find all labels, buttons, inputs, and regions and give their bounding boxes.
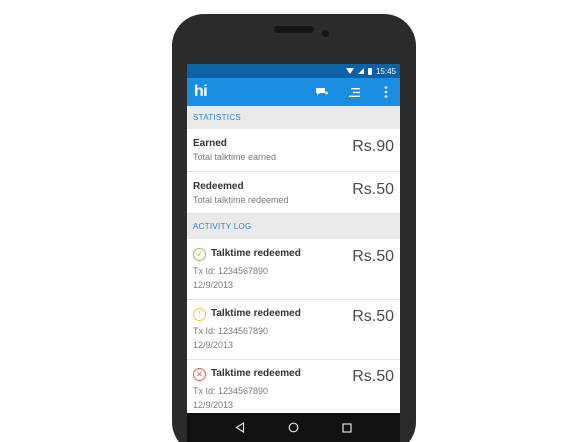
list-menu-icon[interactable] [346, 84, 362, 100]
stat-subtitle: Total talktime earned [193, 152, 277, 162]
recents-icon[interactable] [339, 420, 355, 436]
battery-icon [367, 67, 372, 75]
app-bar: hi [187, 78, 400, 106]
stat-title: Redeemed [193, 181, 244, 192]
new-message-icon[interactable] [314, 84, 330, 100]
statistics-header: STATISTICS [187, 106, 400, 129]
activity-amount: Rs.50 [352, 308, 394, 325]
stat-row-earned[interactable]: Earned Total talktime earned Rs.90 [187, 129, 400, 172]
phone-screen: 15:45 hi STATISTICS Earned Total talktim… [187, 64, 400, 414]
stat-amount: Rs.50 [352, 181, 394, 198]
app-logo: hi [194, 83, 208, 100]
activity-tx-id: Tx Id: 1234567890 [193, 266, 269, 276]
error-circle-icon: ✕ [193, 368, 206, 381]
activity-date: 12/9/2013 [193, 280, 234, 290]
activity-title: Talktime redeemed [211, 368, 301, 379]
activity-date: 12/9/2013 [193, 340, 234, 350]
stat-subtitle: Total talktime redeemed [193, 195, 289, 205]
stat-amount: Rs.90 [352, 138, 394, 155]
activity-item[interactable]: ✓ Talktime redeemed Tx Id: 1234567890 12… [187, 239, 400, 300]
signal-icon [357, 68, 364, 74]
status-time: 15:45 [375, 66, 396, 76]
check-circle-icon: ✓ [193, 248, 206, 261]
activity-title: Talktime redeemed [211, 308, 301, 319]
activity-title: Talktime redeemed [211, 248, 301, 259]
activity-item[interactable]: ✕ Talktime redeemed Tx Id: 1234567890 12… [187, 360, 400, 414]
activity-item[interactable]: ! Talktime redeemed Tx Id: 1234567890 12… [187, 300, 400, 360]
activity-log-header: ACTIVITY LOG [187, 214, 400, 239]
activity-amount: Rs.50 [352, 368, 394, 385]
stat-title: Earned [193, 138, 227, 149]
earpiece-speaker [274, 26, 314, 33]
activity-tx-id: Tx Id: 1234567890 [193, 386, 269, 396]
back-icon[interactable] [232, 420, 248, 436]
stat-row-redeemed[interactable]: Redeemed Total talktime redeemed Rs.50 [187, 172, 400, 214]
overflow-menu-icon[interactable] [378, 84, 394, 100]
wifi-icon [345, 68, 354, 74]
home-icon[interactable] [285, 420, 301, 436]
activity-date: 12/9/2013 [193, 400, 234, 410]
status-bar: 15:45 [187, 64, 400, 78]
activity-amount: Rs.50 [352, 248, 394, 265]
navigation-bar [187, 413, 400, 442]
warning-circle-icon: ! [193, 308, 206, 321]
activity-tx-id: Tx Id: 1234567890 [193, 326, 269, 336]
front-camera [322, 30, 329, 37]
